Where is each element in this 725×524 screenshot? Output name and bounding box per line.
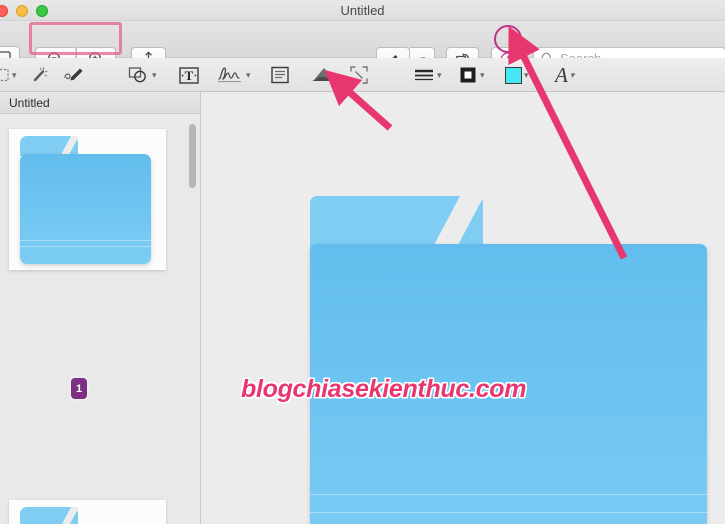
markup-tool-fill-color[interactable]: ▾ (505, 63, 529, 87)
folder-body (20, 154, 151, 264)
note-icon (271, 66, 289, 84)
fill-color-swatch (505, 66, 522, 84)
adjust-size-icon (350, 66, 368, 84)
sidebar-page-thumbnail-1[interactable] (9, 129, 166, 270)
markup-toolbar: ▾ ▾ T ▾ ▾ ▾ ▾ A ▾ (0, 58, 725, 144)
markup-tool-text-style[interactable]: A ▾ (555, 63, 574, 87)
document-canvas[interactable] (202, 92, 725, 524)
folder-tab (20, 507, 78, 524)
markup-tool-adjust-color[interactable] (309, 63, 339, 87)
chevron-down-icon: ▾ (437, 69, 442, 80)
chevron-down-icon: ▾ (480, 69, 485, 80)
sidebar-scrollbar[interactable] (189, 124, 196, 188)
signature-icon (218, 67, 241, 83)
folder-ridge (310, 512, 707, 513)
markup-tool-shapes[interactable]: ▾ (128, 63, 157, 87)
window-title: Untitled (340, 3, 385, 18)
instant-alpha-icon (33, 67, 48, 82)
folder-icon-main (310, 196, 707, 524)
folder-tab (20, 136, 78, 156)
folder-ridge (20, 246, 151, 247)
folder-icon-thumbnail (20, 507, 151, 524)
folder-icon-thumbnail (20, 136, 151, 264)
title-bar: Untitled (0, 0, 725, 21)
border-color-icon (460, 67, 476, 83)
sketch-icon (64, 68, 83, 81)
markup-tool-adjust-size[interactable] (349, 63, 369, 87)
text-style-glyph: A (555, 62, 568, 87)
page-number-badge-1: 1 (71, 378, 87, 399)
watermark-text: blogchiasekienthuc.com (241, 375, 527, 403)
markup-tool-note[interactable] (270, 63, 290, 87)
markup-tool-sketch[interactable] (63, 63, 85, 87)
markup-tool-instant-alpha[interactable] (30, 63, 50, 87)
thumbnail-sidebar: Untitled 1 (0, 92, 201, 524)
instant-alpha-selection-icon (0, 68, 9, 82)
folder-tab (310, 196, 483, 249)
shapes-icon (128, 67, 146, 83)
adjust-color-icon (311, 67, 337, 81)
markup-tool-border-color[interactable]: ▾ (458, 63, 485, 87)
markup-tool-signature[interactable]: ▾ (216, 63, 251, 87)
chevron-down-icon: ▾ (524, 69, 529, 80)
chevron-down-icon: ▾ (569, 69, 575, 80)
preview-window: Untitled ▾ ▾ T ▾ ▾ ▾ ▾ A ▾ Untitled 1 bl… (0, 0, 725, 524)
markup-tool-text[interactable]: T (178, 63, 200, 87)
shape-style-icon (415, 69, 433, 81)
sidebar-page-thumbnail-2[interactable] (9, 500, 166, 524)
svg-text:T: T (185, 68, 194, 83)
chevron-down-icon: ▾ (152, 69, 157, 80)
folder-ridge (310, 494, 707, 495)
markup-tool-selection[interactable]: ▾ (0, 63, 17, 87)
folder-ridge (20, 240, 151, 241)
text-icon: T (179, 66, 199, 84)
sidebar-header: Untitled (0, 92, 200, 114)
chevron-down-icon: ▾ (246, 69, 251, 80)
main-toolbar: ▾ (0, 21, 725, 72)
markup-tool-shape-style[interactable]: ▾ (413, 63, 442, 87)
chevron-down-icon: ▾ (12, 69, 17, 80)
